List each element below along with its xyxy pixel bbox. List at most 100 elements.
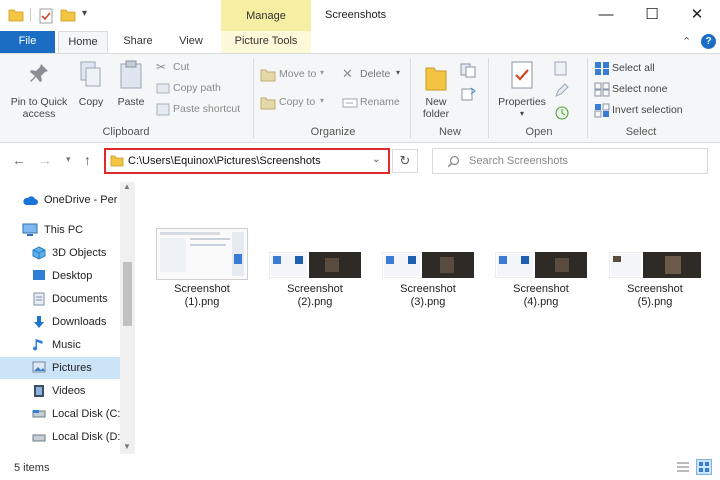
paste-shortcut-button[interactable]: Paste shortcut — [154, 101, 250, 119]
maximize-button[interactable]: ☐ — [629, 0, 675, 31]
new-group-label: New — [438, 126, 461, 138]
new-folder-icon — [425, 67, 447, 91]
copy-button[interactable]: Copy — [74, 58, 108, 122]
screenshot-thumbnail — [156, 228, 248, 280]
close-button[interactable]: ✕ — [674, 0, 720, 31]
move-to-button[interactable]: Move to ▾ — [258, 66, 338, 84]
tab-file[interactable]: File — [0, 31, 55, 53]
clipboard-group-label: Clipboard — [102, 126, 150, 138]
address-bar[interactable]: C:\Users\Equinox\Pictures\Screenshots ⌄ — [104, 148, 390, 174]
search-input[interactable]: Search Screenshots — [469, 155, 568, 167]
select-group-label: Select — [625, 126, 657, 138]
rename-button[interactable]: Rename — [340, 94, 406, 112]
new-folder-button[interactable]: New folder — [414, 58, 458, 122]
copy-path-button[interactable]: Copy path — [154, 80, 246, 98]
scroll-down-icon[interactable]: ▼ — [123, 442, 131, 451]
new-folder-icon[interactable] — [60, 8, 76, 22]
sidebar-item-onedrive[interactable]: OneDrive - Per — [0, 189, 120, 211]
refresh-icon: ↻ — [399, 153, 411, 168]
search-box[interactable]: Search Screenshots — [432, 148, 708, 174]
refresh-button[interactable]: ↻ — [392, 149, 418, 173]
qa-customize-icon[interactable]: ▾ — [82, 8, 87, 19]
paste-label: Paste — [117, 96, 145, 108]
file-name-line2: (1).png — [184, 296, 220, 308]
copy-to-button[interactable]: Copy to ▾ — [258, 94, 338, 112]
file-name-line2: (2).png — [297, 296, 333, 308]
sidebar-item-local-disk-d[interactable]: Local Disk (D: — [0, 426, 120, 448]
file-item[interactable]: Screenshot (5).png — [600, 226, 710, 316]
open-group-label: Open — [525, 126, 553, 138]
tab-manage[interactable]: Manage — [221, 0, 311, 31]
tab-picture-tools[interactable]: Picture Tools — [221, 31, 311, 53]
sidebar-item-downloads[interactable]: Downloads — [0, 311, 120, 333]
up-arrow-icon[interactable]: ↑ — [84, 152, 91, 168]
help-icon[interactable]: ? — [701, 34, 716, 49]
sidebar-item-videos[interactable]: Videos — [0, 380, 120, 402]
open-button[interactable] — [552, 60, 576, 78]
copy-path-label: Copy path — [173, 82, 221, 94]
forward-arrow-icon[interactable]: → — [38, 152, 52, 168]
sidebar-item-local-disk-c[interactable]: Local Disk (C: — [0, 403, 120, 425]
disk-icon — [32, 434, 46, 442]
tab-home[interactable]: Home — [58, 31, 108, 53]
group-separator — [253, 58, 254, 138]
sidebar-item-documents[interactable]: Documents — [0, 288, 120, 310]
delete-button[interactable]: ✕ Delete ▾ — [340, 66, 406, 84]
cut-button[interactable]: ✂ Cut — [154, 59, 244, 77]
sidebar-item-pictures[interactable]: Pictures — [0, 357, 120, 379]
large-icons-view-icon[interactable] — [696, 459, 712, 475]
history-icon — [555, 106, 569, 120]
file-item[interactable]: Screenshot (1).png — [147, 226, 257, 316]
sidebar-scrollbar[interactable]: ▲ ▼ — [120, 182, 135, 454]
invert-selection-button[interactable]: Invert selection — [592, 102, 716, 120]
folder-icon — [8, 9, 24, 22]
paste-button[interactable]: Paste — [112, 58, 150, 122]
desktop-icon — [33, 270, 45, 280]
address-dropdown-icon[interactable]: ⌄ — [372, 154, 380, 165]
music-icon — [33, 339, 43, 351]
minimize-button[interactable]: — — [583, 0, 629, 31]
file-item[interactable]: Screenshot (2).png — [260, 226, 370, 316]
properties-button[interactable]: Properties ▾ — [494, 58, 550, 124]
ribbon-tabs: File Home Share View Picture Tools ⌃ ? — [0, 31, 720, 53]
properties-label: Properties — [498, 96, 546, 108]
file-item[interactable]: Screenshot (3).png — [373, 226, 483, 316]
select-none-button[interactable]: Select none — [592, 81, 702, 99]
details-view-icon[interactable] — [676, 461, 690, 474]
sidebar-item-3d-objects[interactable]: 3D Objects — [0, 242, 120, 264]
pin-to-quick-access-button[interactable]: Pin to Quick access — [4, 58, 74, 122]
group-separator — [410, 58, 411, 138]
scroll-up-icon[interactable]: ▲ — [123, 182, 131, 191]
tab-share[interactable]: Share — [114, 31, 162, 53]
properties-icon[interactable] — [38, 8, 54, 24]
cloud-icon — [23, 196, 38, 205]
window-title: Screenshots — [325, 9, 387, 21]
recent-locations-icon[interactable]: ▾ — [66, 154, 71, 165]
status-bar: 5 items — [0, 456, 720, 480]
rename-icon — [342, 98, 358, 108]
sidebar-item-music[interactable]: Music — [0, 334, 120, 356]
scroll-thumb[interactable] — [123, 262, 132, 326]
copy-path-icon — [156, 83, 170, 94]
back-arrow-icon[interactable]: ← — [12, 152, 26, 168]
file-name: Screenshot (1).png — [147, 283, 257, 309]
select-all-button[interactable]: Select all — [592, 60, 702, 78]
edit-button[interactable] — [552, 82, 576, 100]
new-item-button[interactable] — [458, 62, 482, 80]
navigation-pane: OneDrive - Per This PC 3D Objects Deskto… — [0, 182, 135, 454]
history-button[interactable] — [552, 104, 576, 122]
collapse-ribbon-icon[interactable]: ⌃ — [682, 35, 691, 48]
sidebar-item-desktop[interactable]: Desktop — [0, 265, 120, 287]
select-all-label: Select all — [612, 62, 655, 74]
address-path[interactable]: C:\Users\Equinox\Pictures\Screenshots — [128, 155, 321, 167]
sidebar-item-label: Documents — [52, 293, 108, 305]
file-item[interactable]: Screenshot (4).png — [486, 226, 596, 316]
easy-access-button[interactable] — [458, 86, 482, 104]
tab-view[interactable]: View — [168, 31, 214, 53]
paste-shortcut-label: Paste shortcut — [173, 103, 241, 115]
file-name-line1: Screenshot — [513, 283, 569, 295]
delete-label: Delete — [360, 68, 391, 80]
move-to-icon — [260, 69, 276, 82]
copy-to-label: Copy to — [279, 96, 316, 108]
sidebar-item-this-pc[interactable]: This PC — [0, 219, 120, 241]
